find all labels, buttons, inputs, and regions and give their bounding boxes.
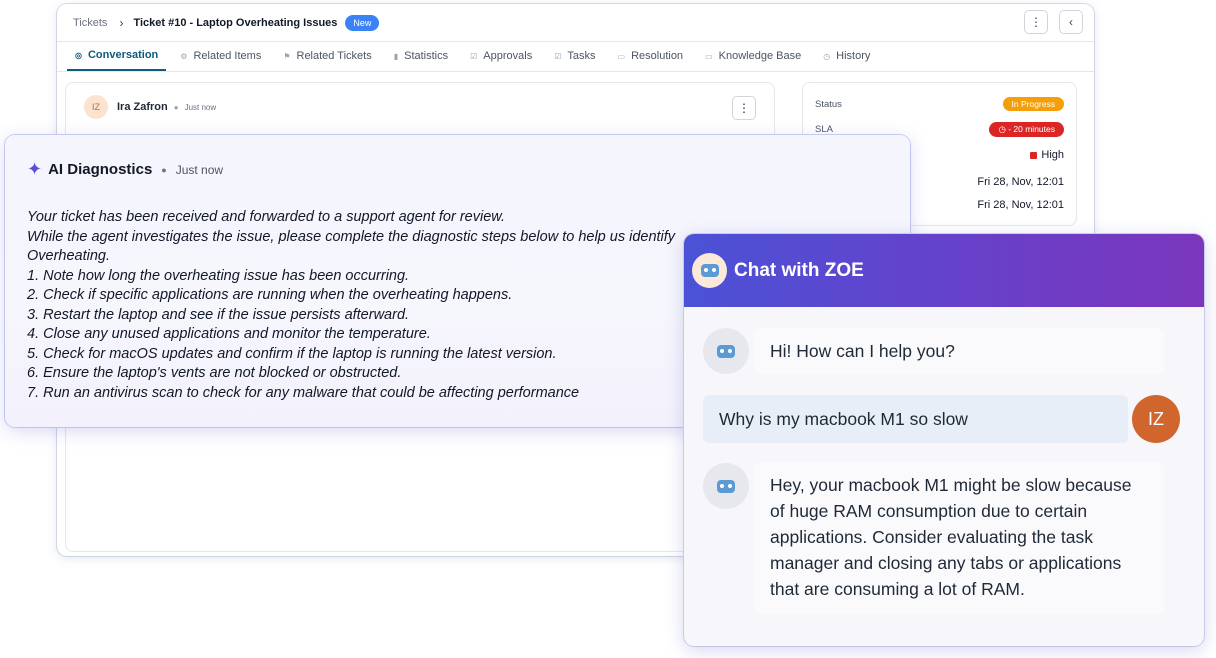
tab-label: Resolution <box>631 50 684 62</box>
bot-message-reply: Hey, your macbook M1 might be slow becau… <box>754 462 1164 614</box>
collapse-panel-button[interactable]: ‹ <box>1059 10 1083 34</box>
ai-diagnostics-time: Just now <box>175 162 224 177</box>
conversation-header: IZ Ira Zafron ● Just now <box>66 83 774 131</box>
separator-dot: ● <box>173 102 179 112</box>
user-message: Why is my macbook M1 so slow <box>703 395 1128 443</box>
priority-value[interactable]: High <box>1030 149 1064 161</box>
ai-diagnostics-line: Your ticket has been received and forwar… <box>27 209 505 225</box>
ticket-tabs: ◎ Conversation ⚙ Related Items ⚑ Related Tick… <box>57 42 1094 72</box>
avatar: IZ <box>84 95 108 119</box>
tab-label: Related Tickets <box>296 50 372 62</box>
book-icon: ▭ <box>705 51 713 61</box>
ticket-header: Tickets › Ticket #10 - Laptop Overheatin… <box>57 4 1094 42</box>
tab-related-tickets[interactable]: ⚑ Related Tickets <box>275 47 379 71</box>
breadcrumb-tickets[interactable]: Tickets <box>73 17 107 29</box>
separator-dot: ● <box>161 164 167 175</box>
chat-window: Chat with ZOE Hi! How can I help you? Wh… <box>684 234 1204 646</box>
status-row: Status In Progress <box>815 97 1064 111</box>
date-value-2: Fri 28, Nov, 12:01 <box>977 199 1064 211</box>
tab-label: Knowledge Base <box>718 50 802 62</box>
tab-tasks[interactable]: ☑ Tasks <box>546 47 603 71</box>
ticket-title: Ticket #10 - Laptop Overheating Issues <box>133 16 338 29</box>
chat-header: Chat with ZOE <box>684 234 1204 307</box>
tickets-icon: ⚑ <box>283 51 291 61</box>
sparkle-icon: ✦ <box>27 159 43 179</box>
tab-label: Conversation <box>87 49 159 61</box>
bot-avatar <box>703 463 749 509</box>
tab-label: Approvals <box>483 50 533 62</box>
chat-icon: ◎ <box>75 50 82 60</box>
author-name: Ira Zafron <box>117 101 168 113</box>
tab-label: Tasks <box>567 50 596 62</box>
tab-label: Related Items <box>193 50 262 62</box>
sla-label: SLA <box>815 124 833 135</box>
tab-conversation[interactable]: ◎ Conversation <box>67 47 167 71</box>
tab-related-items[interactable]: ⚙ Related Items <box>172 47 269 71</box>
approvals-icon: ☑ <box>470 51 478 61</box>
priority-marker-icon <box>1030 151 1038 159</box>
date-value-1: Fri 28, Nov, 12:01 <box>977 176 1064 188</box>
tab-knowledge-base[interactable]: ▭ Knowledge Base <box>697 47 809 71</box>
breadcrumb-separator-icon: › <box>119 15 124 30</box>
tab-history[interactable]: ◷ History <box>815 47 878 71</box>
ai-diagnostics-header: ✦ AI Diagnostics ● Just now <box>27 159 888 180</box>
tab-approvals[interactable]: ☑ Approvals <box>462 47 540 71</box>
user-avatar: IZ <box>1132 395 1180 443</box>
status-pill[interactable]: In Progress <box>1002 97 1064 111</box>
bot-avatar <box>703 328 749 374</box>
tab-label: Statistics <box>404 50 449 62</box>
tasks-icon: ☑ <box>554 51 562 61</box>
ai-diagnostics-title: AI Diagnostics <box>48 161 153 178</box>
status-label: Status <box>815 98 842 110</box>
bot-message-greeting: Hi! How can I help you? <box>754 328 1164 374</box>
tab-resolution[interactable]: ▭ Resolution <box>610 47 692 71</box>
more-options-button[interactable]: ⋮ <box>1024 10 1048 34</box>
message-time: Just now <box>184 102 217 112</box>
chat-title: Chat with ZOE <box>734 259 864 281</box>
sla-pill: ◷ - 20 minutes <box>989 122 1064 137</box>
status-badge: New <box>345 14 380 31</box>
items-icon: ⚙ <box>180 51 188 61</box>
history-icon: ◷ <box>823 51 831 61</box>
tab-label: History <box>836 50 871 62</box>
tab-statistics[interactable]: ▮ Statistics <box>386 47 456 71</box>
message-more-button[interactable]: ⋮ <box>732 96 756 120</box>
stats-icon: ▮ <box>393 51 399 61</box>
priority-label: High <box>1041 149 1064 161</box>
resolution-icon: ▭ <box>617 51 626 61</box>
zoe-bot-icon <box>692 253 727 288</box>
